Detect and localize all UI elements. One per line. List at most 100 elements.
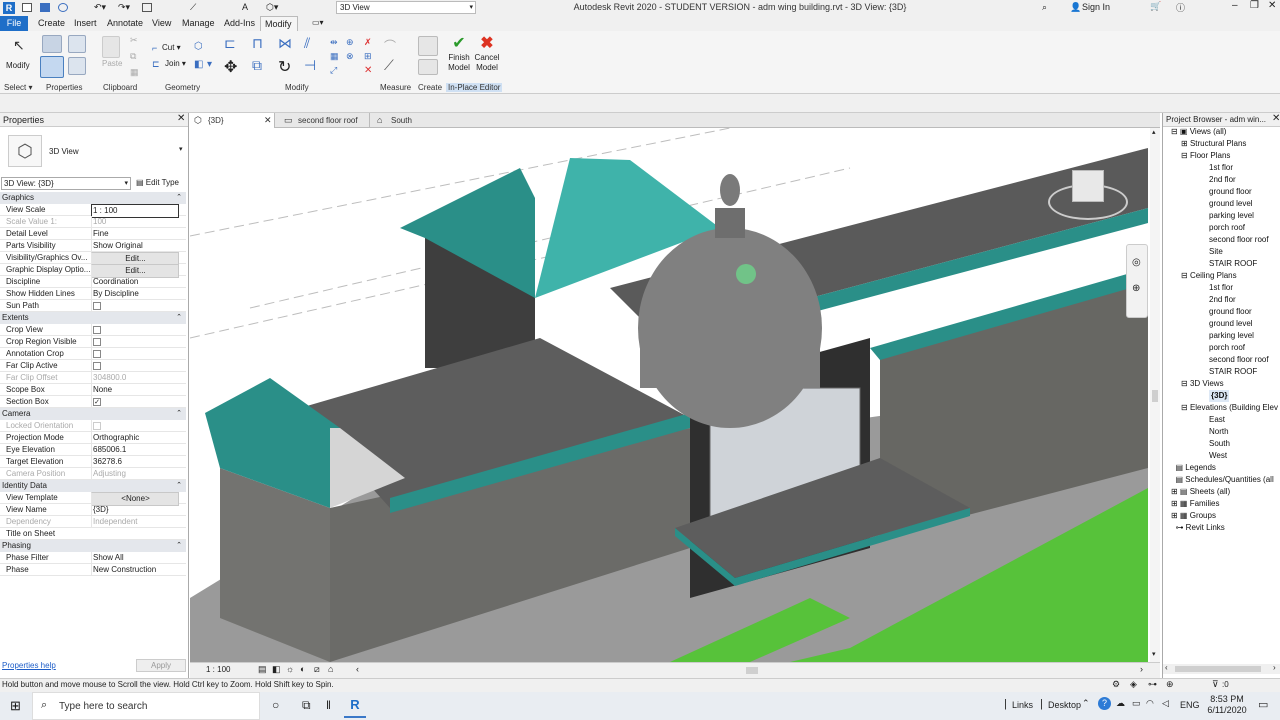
edit-type-button[interactable]: ▤ Edit Type — [136, 177, 186, 190]
restore-icon[interactable]: ❐ — [1250, 0, 1259, 11]
tab-addins[interactable]: Add-Ins — [220, 16, 259, 31]
worksets-icon[interactable]: ⚙ — [1112, 679, 1120, 690]
tab-insert[interactable]: Insert — [70, 16, 101, 31]
ribbon-options-icon[interactable]: ▭▾ — [312, 18, 324, 27]
row-title-on-sheet[interactable]: Title on Sheet — [0, 528, 186, 540]
section-phasing[interactable]: Phasing ⌃ — [0, 540, 186, 552]
row-discipline[interactable]: Discipline Coordination — [0, 276, 186, 288]
row-graphic-display[interactable]: Graphic Display Optio... Edit... — [0, 264, 186, 278]
3d-viewport[interactable]: ◎ ⊕ — [190, 128, 1148, 662]
parts-visibility-value[interactable]: Show Original — [91, 240, 179, 252]
row-eye-elevation[interactable]: Eye Elevation 685006.1 — [0, 444, 186, 456]
pin-icon[interactable]: ⊕ — [346, 37, 354, 48]
tab-view[interactable]: View — [148, 16, 175, 31]
tree-ceiling-ground-floor[interactable]: ground floor — [1209, 306, 1252, 318]
row-projection-mode[interactable]: Projection Mode Orthographic — [0, 432, 186, 444]
select-pinned-icon[interactable]: ⊕ — [1166, 679, 1174, 690]
clock[interactable]: 8:53 PM 6/11/2020 — [1202, 694, 1252, 716]
section-graphics[interactable]: Graphics ⌃ — [0, 192, 186, 204]
tab-second-floor-roof[interactable]: ▭ second floor roof — [280, 113, 370, 128]
detail-level-icon[interactable]: ▤ — [258, 664, 267, 675]
tree-elevation-north[interactable]: North — [1209, 426, 1229, 438]
tree-ceiling-plans[interactable]: ⊟ Ceiling Plans — [1181, 270, 1237, 282]
notifications-icon[interactable]: ▭ — [1258, 698, 1268, 711]
language-indicator[interactable]: ENG — [1180, 700, 1200, 710]
type-properties-icon[interactable] — [42, 35, 62, 53]
cut-geometry-button[interactable]: Cut ▾ — [162, 43, 181, 52]
row-crop-view[interactable]: Crop View — [0, 324, 186, 336]
vertical-scrollbar[interactable]: ▴ ▾ — [1150, 128, 1160, 662]
far-clip-checkbox[interactable] — [93, 362, 101, 370]
view-cube-box[interactable] — [1072, 170, 1104, 202]
close-icon[interactable]: ✕ — [177, 113, 185, 124]
taskbar-search-box[interactable]: ⌕ Type here to search — [32, 692, 260, 720]
join-icon[interactable]: ⊏ — [152, 59, 160, 70]
text-icon[interactable]: A — [242, 3, 248, 12]
project-browser-hscroll[interactable]: ‹ › — [1163, 663, 1280, 674]
unjoin-icon[interactable]: ✗ — [364, 37, 372, 48]
tree-views-all[interactable]: ⊟ ▣ Views (all) — [1171, 126, 1226, 138]
row-target-elevation[interactable]: Target Elevation 36278.6 — [0, 456, 186, 468]
tree-revit-links[interactable]: ⊶ Revit Links — [1171, 522, 1224, 534]
annotation-crop-checkbox[interactable] — [93, 350, 101, 358]
view-cube[interactable] — [1048, 166, 1128, 226]
tree-schedules[interactable]: ▤ Schedules/Quantities (all — [1171, 474, 1273, 486]
phase-value[interactable]: New Construction — [91, 564, 179, 576]
desktop-toolbar[interactable]: Desktop — [1048, 700, 1081, 710]
visual-style-icon[interactable]: ◧ — [272, 664, 281, 675]
tree-floor-stair-roof[interactable]: STAIR ROOF — [1209, 258, 1257, 270]
section-camera[interactable]: Camera ⌃ — [0, 408, 186, 420]
match-properties-icon[interactable]: ▦ — [130, 67, 139, 78]
tree-elevations[interactable]: ⊟ Elevations (Building Elev — [1181, 402, 1278, 414]
tree-groups[interactable]: ⊞ ▦ Groups — [1171, 510, 1216, 522]
paint-icon[interactable]: ◧ — [194, 59, 203, 70]
tree-floor-2nd-flor[interactable]: 2nd flor — [1209, 174, 1236, 186]
scroll-left-icon[interactable]: ‹ — [356, 664, 359, 674]
target-elevation-value[interactable]: 36278.6 — [91, 456, 179, 468]
filter-icon[interactable]: ⊽ — [1212, 679, 1219, 690]
sign-in-link[interactable]: Sign In — [1082, 2, 1110, 12]
eye-elevation-value[interactable]: 685006.1 — [91, 444, 179, 456]
row-sun-path[interactable]: Sun Path — [0, 300, 186, 312]
tab-annotate[interactable]: Annotate — [103, 16, 147, 31]
wall-joins-icon[interactable]: ⬡ — [194, 41, 203, 52]
undo-icon[interactable]: ↶▾ — [94, 3, 106, 12]
delete-icon[interactable]: ✕ — [364, 65, 372, 76]
save-icon[interactable] — [40, 3, 50, 12]
row-view-name[interactable]: View Name {3D} — [0, 504, 186, 516]
tree-floor-ground-floor[interactable]: ground floor — [1209, 186, 1252, 198]
scroll-right-icon[interactable]: › — [1273, 663, 1276, 672]
row-view-template[interactable]: View Template <None> — [0, 492, 186, 506]
onedrive-icon[interactable]: ☁ — [1116, 698, 1125, 709]
array-icon[interactable]: ▦ — [330, 51, 339, 62]
tree-ceiling-stair-roof[interactable]: STAIR ROOF — [1209, 366, 1257, 378]
revit-logo-icon[interactable]: R — [3, 2, 15, 14]
help-icon[interactable]: ⓘ — [1176, 1, 1185, 14]
tree-structural-plans[interactable]: ⊞ Structural Plans — [1181, 138, 1246, 150]
tree-elevation-east[interactable]: East — [1209, 414, 1225, 426]
paste-icon[interactable] — [102, 36, 120, 58]
view-dropdown[interactable]: 3D View ▾ — [336, 1, 476, 14]
move-icon[interactable]: ✥ — [224, 57, 237, 77]
split-icon[interactable]: ⇹ — [330, 37, 338, 48]
tab-create[interactable]: Create — [34, 16, 69, 31]
steering-wheel-icon[interactable]: ◎ — [1132, 257, 1141, 268]
create-similar-icon[interactable] — [418, 36, 438, 56]
scroll-right-icon[interactable]: › — [1140, 664, 1143, 674]
measure-icon[interactable]: ⟋ — [190, 3, 196, 12]
tree-3d-current[interactable]: {3D} — [1209, 390, 1230, 402]
family-category-icon[interactable] — [68, 57, 86, 75]
hidden-lines-value[interactable]: By Discipline — [91, 288, 179, 300]
tree-floor-parking-level[interactable]: parking level — [1209, 210, 1254, 222]
hscroll-thumb[interactable] — [1175, 666, 1261, 672]
taskbar-revit-button[interactable]: R — [344, 694, 366, 718]
group-icon[interactable]: ⊞ — [364, 51, 372, 62]
design-options-icon[interactable]: ◈ — [1130, 679, 1137, 690]
select-menu[interactable]: Select ▾ — [4, 83, 32, 92]
sun-path-checkbox[interactable] — [93, 302, 101, 310]
task-view-icon[interactable]: ⧉ — [302, 698, 311, 713]
scope-box-value[interactable]: None — [91, 384, 179, 396]
scroll-up-icon[interactable]: ▴ — [1152, 128, 1156, 136]
phase-filter-value[interactable]: Show All — [91, 552, 179, 564]
tree-floor-plans[interactable]: ⊟ Floor Plans — [1181, 150, 1230, 162]
